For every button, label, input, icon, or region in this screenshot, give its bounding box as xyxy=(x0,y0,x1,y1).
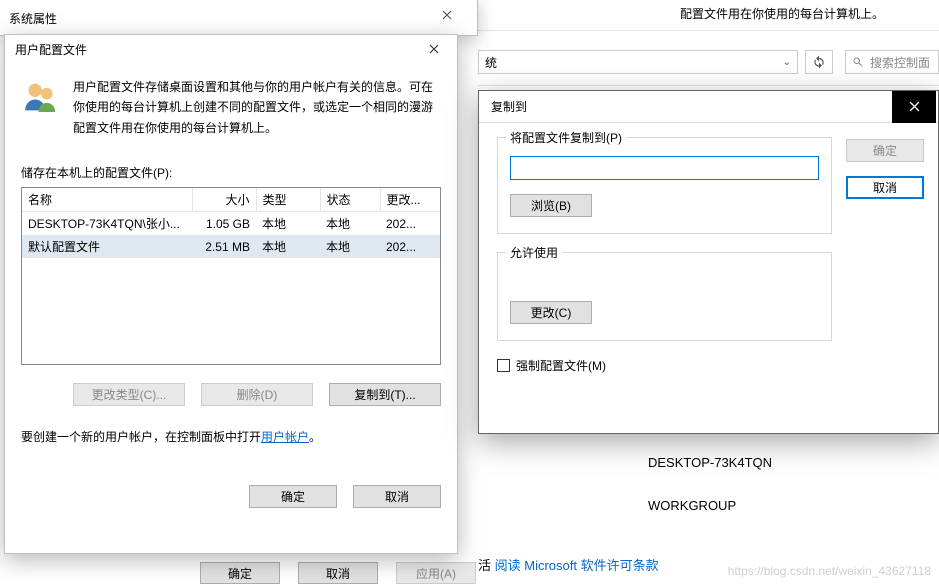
destination-input[interactable] xyxy=(510,156,819,180)
col-type[interactable]: 类型 xyxy=(256,188,320,212)
close-icon xyxy=(429,44,439,54)
col-modified[interactable]: 更改... xyxy=(380,188,440,212)
copy-destination-group: 将配置文件复制到(P) 浏览(B) xyxy=(497,137,832,234)
cell-type: 本地 xyxy=(256,235,320,258)
cancel-button-copyto[interactable]: 取消 xyxy=(846,176,924,199)
system-properties-dialog: 系统属性 xyxy=(0,0,478,36)
workgroup-value: WORKGROUP xyxy=(648,498,736,513)
cell-name: DESKTOP-73K4TQN\张小... xyxy=(22,212,192,236)
user-profiles-dialog: 用户配置文件 用户配置文件存储桌面设置和其他与你的用户帐户有关的信息。可在你使用… xyxy=(4,34,458,554)
create-account-text: 要创建一个新的用户帐户，在控制面板中打开用户帐户。 xyxy=(21,428,441,445)
copy-destination-legend: 将配置文件复制到(P) xyxy=(506,129,626,146)
cell-size: 2.51 MB xyxy=(192,235,256,258)
change-button[interactable]: 更改(C) xyxy=(510,301,592,324)
permitted-group: 允许使用 更改(C) xyxy=(497,252,832,341)
cell-status: 本地 xyxy=(320,235,380,258)
user-accounts-link[interactable]: 用户帐户 xyxy=(261,430,309,444)
permitted-legend: 允许使用 xyxy=(506,244,562,261)
bg-dropdown-text: 统 xyxy=(485,54,497,71)
sysprops-title: 系统属性 xyxy=(9,10,57,27)
ok-button-copyto[interactable]: 确定 xyxy=(846,139,924,162)
refresh-icon xyxy=(812,55,826,69)
col-name[interactable]: 名称 xyxy=(22,188,192,212)
close-button-copyto[interactable] xyxy=(892,91,936,123)
ok-button-bg[interactable]: 确定 xyxy=(200,562,280,584)
mandatory-label: 强制配置文件(M) xyxy=(516,357,606,374)
bg-desc-text: 配置文件用在你使用的每台计算机上。 xyxy=(680,5,884,22)
userprofiles-description: 用户配置文件存储桌面设置和其他与你的用户帐户有关的信息。可在你使用的每台计算机上… xyxy=(73,77,441,138)
license-terms-link[interactable]: 阅读 Microsoft 软件许可条款 xyxy=(495,558,659,573)
search-placeholder: 搜索控制面 xyxy=(870,54,930,71)
cell-size: 1.05 GB xyxy=(192,212,256,236)
copy-to-dialog: 复制到 将配置文件复制到(P) 浏览(B) 允许使用 更改(C) 强制配置文件(… xyxy=(478,90,939,434)
cell-status: 本地 xyxy=(320,212,380,236)
col-status[interactable]: 状态 xyxy=(320,188,380,212)
activation-text: 活 阅读 Microsoft 软件许可条款 xyxy=(478,555,659,574)
close-button-userprofiles[interactable] xyxy=(413,35,455,63)
cell-modified: 202... xyxy=(380,212,440,236)
chevron-down-icon: ⌄ xyxy=(783,57,791,68)
stored-profiles-label: 储存在本机上的配置文件(P): xyxy=(21,164,441,181)
users-icon xyxy=(21,77,61,120)
table-header-row: 名称 大小 类型 状态 更改... xyxy=(22,188,440,212)
close-button-sysprops[interactable] xyxy=(427,7,467,29)
userprofiles-title: 用户配置文件 xyxy=(15,41,87,58)
bg-dropdown[interactable]: 统 ⌄ xyxy=(478,50,798,74)
apply-button-bg[interactable]: 应用(A) xyxy=(396,562,476,584)
cell-modified: 202... xyxy=(380,235,440,258)
col-size[interactable]: 大小 xyxy=(192,188,256,212)
cancel-button[interactable]: 取消 xyxy=(353,485,441,508)
cancel-button-bg[interactable]: 取消 xyxy=(298,562,378,584)
copy-to-button[interactable]: 复制到(T)... xyxy=(329,383,441,406)
watermark: https://blog.csdn.net/weixin_43627118 xyxy=(728,564,931,578)
search-icon xyxy=(852,56,864,68)
copyto-title: 复制到 xyxy=(491,98,527,115)
delete-button[interactable]: 删除(D) xyxy=(201,383,313,406)
profiles-table[interactable]: 名称 大小 类型 状态 更改... DESKTOP-73K4TQN\张小... … xyxy=(21,187,441,365)
sysprops-bottom-buttons: 确定 取消 应用(A) xyxy=(200,562,476,584)
computer-name-value: DESKTOP-73K4TQN xyxy=(648,455,772,470)
refresh-button[interactable] xyxy=(805,50,833,74)
close-icon xyxy=(442,10,452,20)
mandatory-checkbox[interactable] xyxy=(497,359,510,372)
table-row[interactable]: DESKTOP-73K4TQN\张小... 1.05 GB 本地 本地 202.… xyxy=(22,212,440,236)
table-row[interactable]: 默认配置文件 2.51 MB 本地 本地 202... xyxy=(22,235,440,258)
close-icon xyxy=(909,101,920,112)
cell-type: 本地 xyxy=(256,212,320,236)
search-input[interactable]: 搜索控制面 xyxy=(845,50,939,74)
ok-button[interactable]: 确定 xyxy=(249,485,337,508)
cell-name: 默认配置文件 xyxy=(22,235,192,258)
browse-button[interactable]: 浏览(B) xyxy=(510,194,592,217)
change-type-button[interactable]: 更改类型(C)... xyxy=(73,383,185,406)
